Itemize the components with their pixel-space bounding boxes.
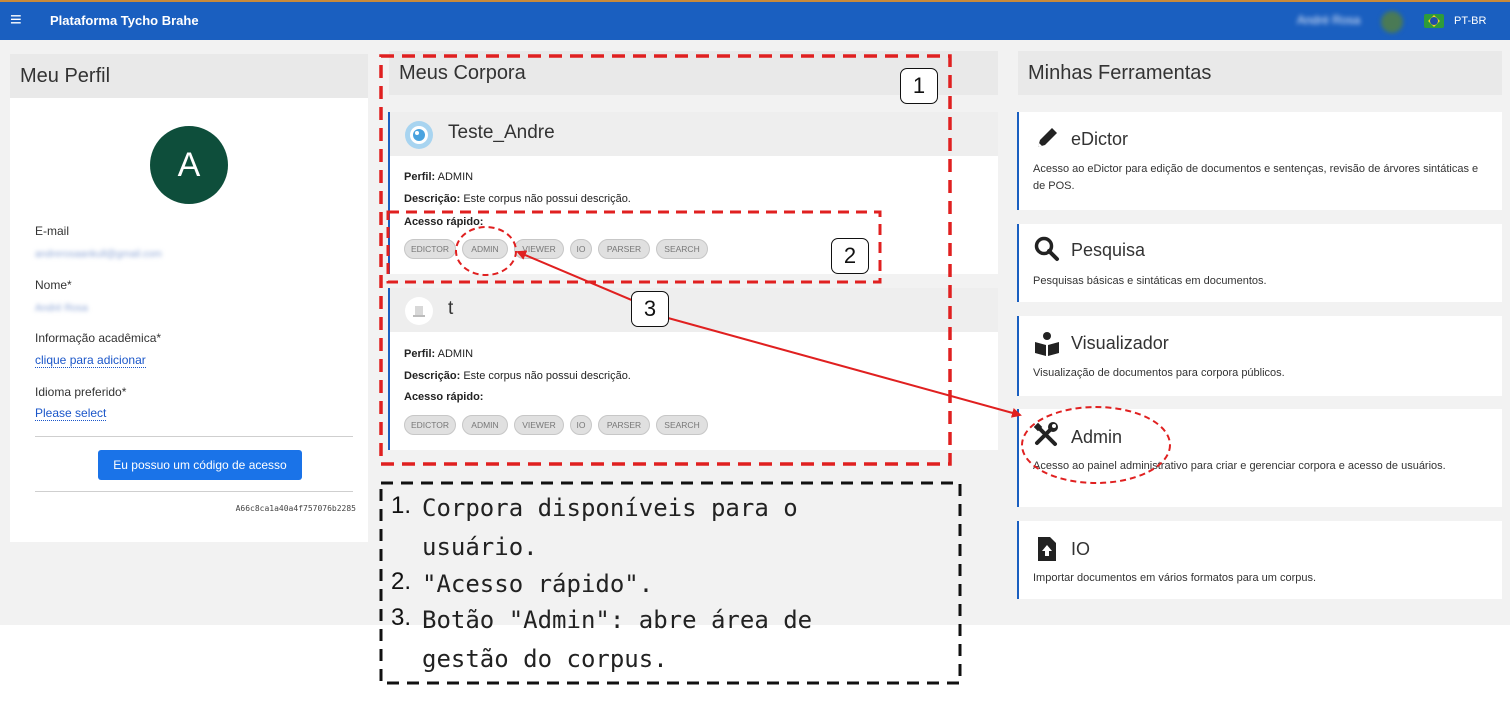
app-title[interactable]: Plataforma Tycho Brahe — [50, 13, 199, 28]
chip-io[interactable]: IO — [570, 415, 592, 435]
tool-name: Admin — [1071, 427, 1123, 447]
access-code-button[interactable]: Eu possuo um código de acesso — [98, 450, 302, 480]
top-app-bar: ≡ Plataforma Tycho Brahe André Rosa PT-B… — [0, 0, 1510, 40]
name-label: Nome* — [35, 278, 72, 292]
chip-editor[interactable]: EDICTOR — [404, 239, 456, 259]
profile-panel-heading: Meu Perfil — [10, 54, 368, 98]
legend-number: 3. — [391, 604, 412, 631]
email-value: andrerosaankull@gmail.com — [35, 249, 162, 260]
corpus-description: Descrição: Este corpus não possui descri… — [404, 193, 631, 205]
corpus-name[interactable]: Teste_Andre — [448, 122, 555, 144]
tool-description: Acesso ao eDictor para edição de documen… — [1033, 163, 1479, 192]
tool-name: Pesquisa — [1071, 240, 1146, 260]
legend-text: "Acesso rápido". — [422, 570, 654, 598]
page: ≡ Plataforma Tycho Brahe André Rosa PT-B… — [0, 0, 1510, 706]
annotation-badge-3: 3 — [631, 291, 669, 327]
preferred-language-select[interactable]: Please select — [35, 406, 107, 421]
legend-number: 2. — [391, 568, 412, 595]
corpus-card-header[interactable]: Teste_Andre — [390, 112, 998, 156]
search-icon — [1034, 236, 1059, 261]
chip-editor[interactable]: EDICTOR — [404, 415, 456, 435]
tool-description: Visualização de documentos para corpora … — [1033, 367, 1285, 379]
tool-card-viewer[interactable]: Visualizador Visualização de documentos … — [1017, 316, 1502, 396]
email-label: E-mail — [35, 224, 70, 238]
tool-description: Acesso ao painel administrativo para cri… — [1033, 460, 1446, 472]
legend-number: 1. — [391, 492, 412, 519]
user-id-code: A66c8ca1a40a4f757076b2285 — [235, 504, 356, 513]
tool-card-editor[interactable]: eDictor Acesso ao eDictor para edição de… — [1017, 112, 1502, 210]
academic-info-label: Informação acadêmica* — [35, 331, 162, 345]
profile-card: A E-mail andrerosaankull@gmail.com Nome*… — [10, 98, 368, 542]
tool-name: IO — [1071, 539, 1091, 559]
corpus-profile: Perfil: ADMIN — [404, 348, 474, 360]
user-name[interactable]: André Rosa — [1297, 13, 1360, 27]
quick-access-label: Acesso rápido: — [404, 391, 484, 403]
chip-viewer[interactable]: VIEWER — [514, 415, 564, 435]
reader-icon — [1035, 332, 1059, 356]
tool-name: eDictor — [1071, 129, 1129, 149]
corpus-card: t Perfil: ADMIN Descrição: Este corpus n… — [388, 288, 998, 450]
corpus-name[interactable]: t — [448, 298, 453, 320]
brazil-flag-icon[interactable] — [1424, 14, 1444, 28]
tools-icon — [1033, 422, 1058, 446]
corpus-logo-icon — [405, 121, 433, 149]
divider — [35, 436, 353, 437]
chip-viewer[interactable]: VIEWER — [514, 239, 564, 259]
tool-description: Importar documentos em vários formatos p… — [1033, 572, 1317, 584]
name-value[interactable]: André Rosa — [35, 303, 88, 314]
tool-description: Pesquisas básicas e sintáticas em docume… — [1033, 275, 1267, 287]
chip-parser[interactable]: PARSER — [598, 415, 650, 435]
hamburger-menu-icon[interactable]: ≡ — [10, 8, 22, 32]
chip-admin[interactable]: ADMIN — [462, 415, 508, 435]
corpus-card: Teste_Andre Perfil: ADMIN Descrição: Est… — [388, 112, 998, 274]
legend-text: usuário. — [422, 533, 538, 561]
corpus-logo-icon — [405, 297, 433, 325]
tool-card-admin[interactable]: Admin Acesso ao painel administrativo pa… — [1017, 409, 1502, 507]
avatar: A — [150, 126, 228, 204]
quick-access-label: Acesso rápido: — [404, 216, 484, 228]
user-avatar[interactable] — [1381, 11, 1403, 33]
legend-text: gestão do corpus. — [422, 645, 668, 673]
annotation-badge-1: 1 — [900, 68, 938, 104]
chip-search[interactable]: SEARCH — [656, 239, 708, 259]
file-upload-icon — [1038, 537, 1056, 561]
corpus-card-header[interactable]: t — [390, 288, 998, 332]
pen-icon — [1038, 128, 1057, 147]
chip-search[interactable]: SEARCH — [656, 415, 708, 435]
tool-card-io[interactable]: IO Importar documentos em vários formato… — [1017, 521, 1502, 599]
chip-io[interactable]: IO — [570, 239, 592, 259]
preferred-language-label: Idioma preferido* — [35, 385, 127, 399]
add-academic-info-link[interactable]: clique para adicionar — [35, 353, 146, 368]
divider — [35, 491, 353, 492]
language-selector[interactable]: PT-BR — [1454, 15, 1486, 27]
tools-panel-heading: Minhas Ferramentas — [1018, 51, 1502, 95]
chip-parser[interactable]: PARSER — [598, 239, 650, 259]
chip-admin[interactable]: ADMIN — [462, 239, 508, 259]
tool-name: Visualizador — [1071, 333, 1169, 353]
corpus-description: Descrição: Este corpus não possui descri… — [404, 370, 631, 382]
legend-text: Corpora disponíveis para o — [422, 494, 798, 522]
annotation-badge-2: 2 — [831, 238, 869, 274]
tool-card-search[interactable]: Pesquisa Pesquisas básicas e sintáticas … — [1017, 224, 1502, 302]
corpus-profile: Perfil: ADMIN — [404, 171, 474, 183]
legend-text: Botão "Admin": abre área de — [422, 606, 813, 634]
